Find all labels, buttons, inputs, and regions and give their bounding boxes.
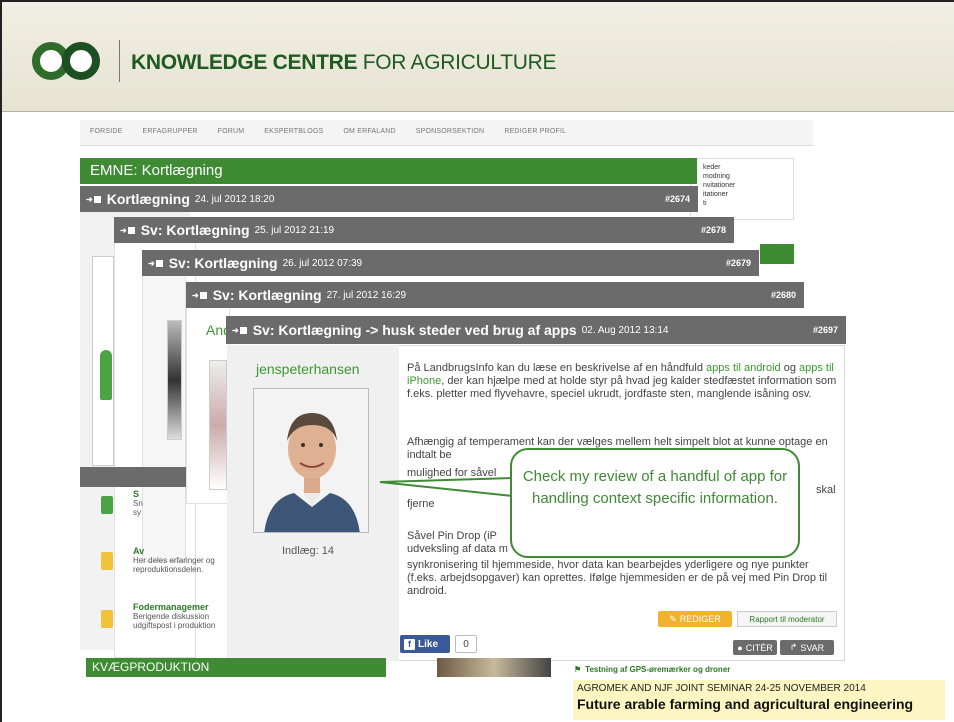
- link-apps-android[interactable]: apps til android: [706, 362, 781, 374]
- review-callout: Check my review of a handful of app for …: [510, 448, 800, 558]
- logo-divider: [119, 40, 120, 82]
- post-paragraph-1: På LandbrugsInfo kan du læse en beskrive…: [407, 362, 837, 400]
- expand-arrow-icon: ➜: [148, 258, 155, 268]
- nav-item-erfagrupper[interactable]: ERFAGRUPPER: [133, 120, 208, 145]
- nav-item-forside[interactable]: FORSIDE: [80, 120, 133, 145]
- expand-arrow-icon: ➜: [86, 194, 93, 204]
- header-band: KNOWLEDGE CENTRE FOR AGRICULTURE: [2, 2, 954, 112]
- nav-item-forum[interactable]: FORUM: [208, 120, 255, 145]
- thread-date: 25. jul 2012 21:19: [254, 224, 335, 236]
- caption-line-1: AGROMEK AND NJF JOINT SEMINAR 24-25 NOVE…: [577, 683, 866, 694]
- author-username[interactable]: jenspeterhansen: [256, 361, 360, 377]
- square-icon: [239, 326, 247, 334]
- reply-button[interactable]: ↱ SVAR: [780, 640, 834, 655]
- right-menu-item[interactable]: nvitationer: [703, 181, 793, 190]
- thread-number: #2697: [812, 325, 838, 335]
- square-icon: [93, 195, 101, 203]
- caption-line-2: Future arable farming and agricultural e…: [577, 696, 914, 712]
- flag-icon: ⚑: [574, 665, 582, 674]
- like-count: 0: [455, 635, 477, 653]
- right-menu-item[interactable]: itationer: [703, 190, 793, 199]
- nav-item-sponsorsektion[interactable]: SPONSORSEKTION: [406, 120, 495, 145]
- nav-item-om-erfaland[interactable]: OM ERFALAND: [333, 120, 405, 145]
- thread-bar[interactable]: ➜ Sv: Kortlægning 25. jul 2012 21:19 #267…: [114, 217, 734, 243]
- square-icon: [199, 291, 207, 299]
- thread-bar[interactable]: ➜ Sv: Kortlægning 27. jul 2012 16:29 #268…: [186, 282, 804, 308]
- square-icon: [155, 259, 163, 267]
- thread-title: Kortlægning: [106, 191, 190, 207]
- speech-bubble-icon: ●: [737, 642, 743, 653]
- section-header-kvaeg[interactable]: KVÆGPRODUKTION: [86, 658, 386, 677]
- green-tab: [760, 244, 794, 264]
- list-item[interactable]: S Sn sy: [133, 490, 173, 518]
- sidebar-header: [80, 467, 186, 487]
- post-count: Indlæg: 14: [282, 545, 334, 557]
- thread-title: Sv: Kortlægning: [140, 222, 250, 238]
- thread-date: 02. Aug 2012 13:14: [581, 324, 669, 336]
- thread-date: 24. jul 2012 18:20: [194, 193, 275, 205]
- thread-title: Sv: Kortlægning: [212, 287, 322, 303]
- leaf-icon: [101, 552, 113, 570]
- post-paragraph-3a: Såvel Pin Drop (iP: [407, 530, 497, 542]
- facebook-like-button[interactable]: f Like: [400, 635, 450, 653]
- quote-button[interactable]: ● CITÉR: [733, 640, 777, 655]
- list-item[interactable]: Fodermanagemer Berigende diskussion udgift…: [133, 603, 228, 631]
- expand-arrow-icon: ➜: [120, 225, 127, 235]
- callout-pointer: [379, 477, 514, 497]
- thread-bar-active[interactable]: ➜ Sv: Kortlægning -> husk steder ved bru…: [226, 316, 846, 344]
- thread-number: #2678: [700, 225, 726, 235]
- thread-bar[interactable]: ➜ Kortlægning 24. jul 2012 18:20 #2674: [80, 186, 698, 212]
- thread-bar[interactable]: ➜ Sv: Kortlægning 26. jul 2012 07:39 #267…: [142, 250, 759, 276]
- square-icon: [127, 226, 135, 234]
- brand-title: KNOWLEDGE CENTRE FOR AGRICULTURE: [131, 51, 557, 74]
- right-menu-item[interactable]: keder: [703, 163, 793, 172]
- thread-date: 26. jul 2012 07:39: [282, 257, 363, 269]
- logo-icon: [32, 42, 112, 82]
- leaf-icon: [101, 496, 113, 514]
- thread-number: #2679: [725, 258, 751, 268]
- right-menu-box: keder modning nvitationer itationer ti: [690, 158, 794, 220]
- leaf-icon: [101, 610, 113, 628]
- post-paragraph-2c: skal: [816, 484, 836, 496]
- nav-item-rediger-profil[interactable]: REDIGER PROFIL: [494, 120, 576, 145]
- person-photo: [209, 360, 227, 490]
- expand-arrow-icon: ➜: [192, 290, 199, 300]
- post-paragraph-3b: udveksling af data m: [407, 543, 508, 555]
- facebook-icon: f: [404, 638, 415, 650]
- cows-image: [437, 658, 551, 677]
- list-item[interactable]: Av Her deles erfaringer og reproduktionsde…: [133, 547, 228, 575]
- post-paragraph-3c: synkronisering til hjemmeside, hvor data…: [407, 559, 828, 597]
- reply-arrow-icon: ↱: [789, 642, 798, 652]
- pencil-icon: ✎: [669, 613, 677, 624]
- slide-caption: AGROMEK AND NJF JOINT SEMINAR 24-25 NOVE…: [573, 680, 945, 720]
- thread-number: #2674: [664, 194, 690, 204]
- expand-arrow-icon: ➜: [232, 325, 239, 335]
- nav-item-ekspertblogs[interactable]: EKSPERTBLOGS: [254, 120, 333, 145]
- report-moderator-button[interactable]: Rapport til moderator: [737, 611, 837, 627]
- right-menu-item[interactable]: ti: [703, 199, 793, 208]
- thread-title: Sv: Kortlægning -> husk steder ved brug …: [252, 322, 577, 338]
- right-menu-item[interactable]: modning: [703, 172, 793, 181]
- figure-image: [100, 350, 112, 400]
- person-photo: [167, 320, 182, 440]
- topic-header: EMNE: Kortlægning: [80, 158, 697, 184]
- news-link[interactable]: ⚑ Testning af GPS-øremærker og droner: [574, 665, 730, 674]
- edit-button[interactable]: ✎ REDIGER: [658, 611, 732, 627]
- top-nav: FORSIDE ERFAGRUPPER FORUM EKSPERTBLOGS O…: [80, 120, 813, 146]
- avatar: [253, 388, 369, 533]
- thread-title: Sv: Kortlægning: [168, 255, 278, 271]
- thread-number: #2680: [770, 290, 796, 300]
- thread-date: 27. jul 2012 16:29: [326, 289, 407, 301]
